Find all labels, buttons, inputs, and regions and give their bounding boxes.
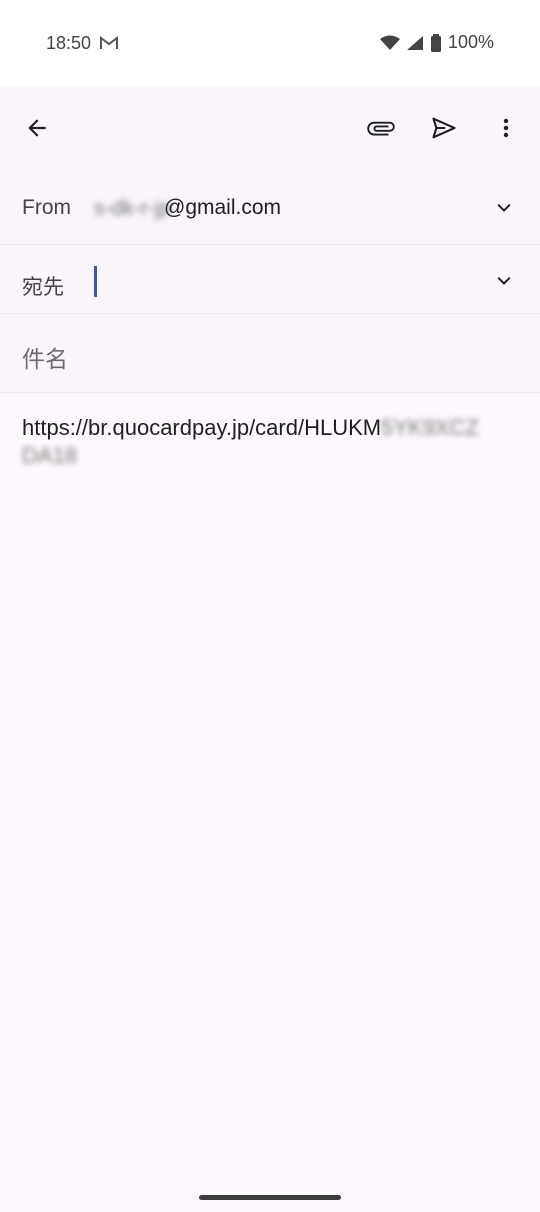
compose-toolbar (0, 86, 540, 170)
wifi-icon (379, 35, 400, 50)
text-cursor (94, 266, 97, 297)
body-input[interactable]: https://br.quocardpay.jp/card/HLUKM5YK9X… (22, 414, 522, 470)
to-row[interactable]: 宛先 (0, 245, 540, 314)
paperclip-icon (367, 121, 395, 136)
cell-signal-icon (406, 35, 423, 50)
send-button[interactable] (424, 108, 464, 148)
subject-input[interactable]: 件名 (22, 340, 68, 374)
to-label: 宛先 (22, 276, 64, 299)
more-vert-icon (503, 118, 509, 138)
gesture-handle[interactable] (199, 1195, 341, 1200)
battery-icon (430, 33, 441, 52)
from-label: From (22, 196, 71, 219)
gmail-notification-icon (100, 36, 118, 49)
battery-percent: 100% (447, 32, 494, 52)
back-button[interactable] (17, 108, 57, 148)
from-account-blurred: s-dk-r-jp (94, 197, 171, 220)
arrow-back-icon (28, 119, 46, 137)
chevron-down-icon[interactable] (494, 271, 514, 291)
body-link-text: https://br.quocardpay.jp/card/HLUKM (22, 415, 382, 440)
from-row[interactable]: From s-dk-r-jp @gmail.com (0, 170, 540, 245)
send-icon (432, 117, 456, 139)
status-time: 18:50 (46, 33, 92, 53)
navigation-bar (0, 1180, 540, 1212)
status-icons: 100% (379, 32, 494, 53)
status-bar: 18:50 100% (0, 0, 540, 86)
subject-row[interactable] (0, 314, 540, 393)
chevron-down-icon[interactable] (494, 198, 514, 218)
more-options-button[interactable] (486, 108, 526, 148)
attach-button[interactable] (361, 108, 401, 148)
from-account-domain: @gmail.com (164, 196, 282, 219)
